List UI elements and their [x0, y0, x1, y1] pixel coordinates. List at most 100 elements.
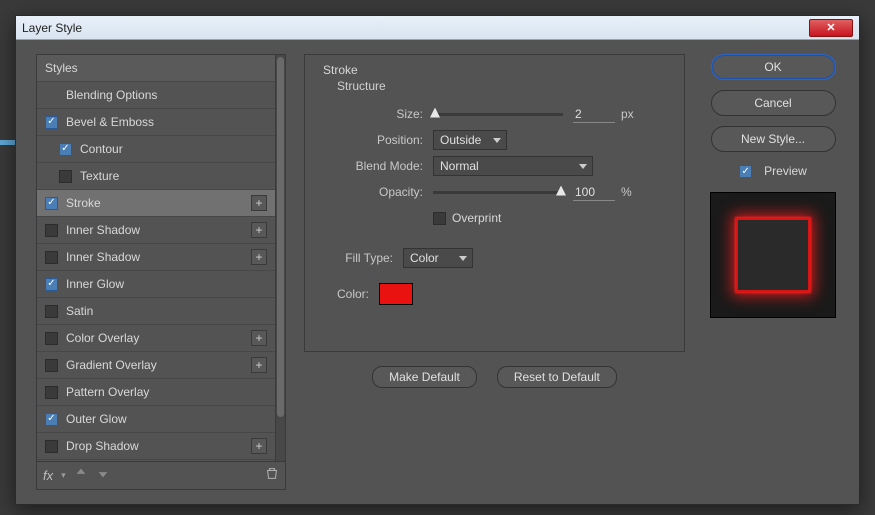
style-item-contour[interactable]: Contour	[37, 136, 275, 163]
new-style-label: New Style...	[741, 132, 805, 146]
style-item-gradient-overlay[interactable]: Gradient Overlay+	[37, 352, 275, 379]
plus-icon: +	[255, 331, 262, 345]
overprint-checkbox[interactable]	[433, 212, 446, 225]
style-checkbox[interactable]	[45, 224, 58, 237]
style-checkbox[interactable]	[45, 305, 58, 318]
plus-icon: +	[255, 196, 262, 210]
styles-header[interactable]: Styles	[37, 55, 275, 82]
make-default-button[interactable]: Make Default	[372, 366, 477, 388]
position-label: Position:	[323, 133, 433, 147]
style-item-label: Contour	[80, 142, 267, 156]
stroke-panel: Stroke Structure Size: px Position: Outs…	[304, 54, 685, 352]
size-slider[interactable]	[433, 113, 563, 116]
opacity-slider[interactable]	[433, 191, 563, 194]
close-icon: ✕	[826, 21, 835, 34]
titlebar[interactable]: Layer Style ✕	[16, 16, 859, 40]
style-item-color-overlay[interactable]: Color Overlay +	[37, 325, 275, 352]
add-effect-button[interactable]: +	[251, 249, 267, 265]
reset-default-button[interactable]: Reset to Default	[497, 366, 617, 388]
style-item-blending-options[interactable]: Blending Options	[37, 82, 275, 109]
style-item-texture[interactable]: Texture	[37, 163, 275, 190]
position-select[interactable]: Outside	[433, 130, 507, 150]
overprint-label: Overprint	[452, 211, 501, 225]
fill-type-label: Fill Type:	[323, 251, 403, 265]
style-item-pattern-overlay[interactable]: Pattern Overlay	[37, 379, 275, 406]
window-close-button[interactable]: ✕	[809, 19, 853, 37]
styles-list: Styles Blending Options Bevel & Emboss Cont…	[37, 55, 275, 461]
new-style-button[interactable]: New Style...	[711, 126, 836, 152]
style-item-bevel-emboss[interactable]: Bevel & Emboss	[37, 109, 275, 136]
style-item-label: Blending Options	[66, 88, 267, 102]
add-effect-button[interactable]: +	[251, 438, 267, 454]
opacity-input[interactable]	[573, 183, 615, 201]
style-checkbox[interactable]	[59, 170, 72, 183]
make-default-label: Make Default	[389, 370, 460, 384]
preview-shape	[736, 218, 810, 292]
add-effect-button[interactable]: +	[251, 222, 267, 238]
style-item-label: Satin	[66, 304, 267, 318]
style-checkbox[interactable]	[45, 278, 58, 291]
color-swatch[interactable]	[379, 283, 413, 305]
style-item-inner-shadow[interactable]: Inner Shadow+	[37, 217, 275, 244]
add-effect-button[interactable]: +	[251, 357, 267, 373]
styles-scrollbar[interactable]	[275, 55, 285, 461]
chevron-down-icon: ▾	[61, 470, 66, 481]
style-item-inner-glow[interactable]: Inner Glow	[37, 271, 275, 298]
scrollbar-thumb[interactable]	[277, 57, 284, 417]
delete-button[interactable]	[265, 466, 279, 485]
cancel-button[interactable]: Cancel	[711, 90, 836, 116]
size-unit: px	[621, 107, 634, 121]
ok-label: OK	[764, 60, 781, 74]
style-checkbox[interactable]	[45, 413, 58, 426]
style-item-label: Inner Shadow	[66, 250, 251, 264]
style-checkbox[interactable]	[59, 143, 72, 156]
style-item-label: Drop Shadow	[66, 439, 251, 453]
style-item-label: Color Overlay	[66, 331, 251, 345]
style-checkbox[interactable]	[45, 332, 58, 345]
style-item-label: Outer Glow	[66, 412, 267, 426]
style-item-label: Stroke	[66, 196, 251, 210]
style-item-label: Gradient Overlay	[66, 358, 251, 372]
blend-mode-value: Normal	[440, 159, 479, 173]
chevron-down-icon	[579, 164, 587, 169]
cancel-label: Cancel	[754, 96, 791, 110]
style-item-satin[interactable]: Satin	[37, 298, 275, 325]
arrow-up-icon	[74, 466, 88, 480]
dialog-title: Layer Style	[22, 21, 82, 35]
style-item-inner-shadow[interactable]: Inner Shadow+	[37, 244, 275, 271]
add-effect-button[interactable]: +	[251, 195, 267, 211]
style-checkbox[interactable]	[45, 440, 58, 453]
structure-label: Structure	[337, 79, 666, 93]
slider-thumb-icon[interactable]	[556, 186, 566, 196]
style-checkbox[interactable]	[45, 251, 58, 264]
style-checkbox[interactable]	[45, 359, 58, 372]
plus-icon: +	[255, 223, 262, 237]
style-checkbox[interactable]	[45, 197, 58, 210]
styles-footer: fx ▾	[36, 462, 286, 490]
style-checkbox[interactable]	[45, 116, 58, 129]
preview-checkbox[interactable]	[739, 165, 752, 178]
style-checkbox[interactable]	[45, 386, 58, 399]
size-input[interactable]	[573, 105, 615, 123]
opacity-unit: %	[621, 185, 632, 199]
fill-type-value: Color	[410, 251, 439, 265]
move-down-button[interactable]	[96, 466, 110, 485]
add-effect-button[interactable]: +	[251, 330, 267, 346]
move-up-button[interactable]	[74, 466, 88, 485]
style-item-drop-shadow[interactable]: Drop Shadow+	[37, 433, 275, 460]
fx-menu-button[interactable]: fx	[43, 468, 53, 483]
position-value: Outside	[440, 133, 481, 147]
fill-type-select[interactable]: Color	[403, 248, 473, 268]
style-item-stroke[interactable]: Stroke +	[37, 190, 275, 217]
style-item-label: Pattern Overlay	[66, 385, 267, 399]
layer-style-dialog: Layer Style ✕ Styles Blending Options Beve…	[15, 15, 860, 505]
styles-header-label: Styles	[45, 61, 267, 75]
style-item-label: Texture	[80, 169, 267, 183]
style-item-outer-glow[interactable]: Outer Glow	[37, 406, 275, 433]
preview-thumbnail	[710, 192, 836, 318]
canvas-edge	[0, 140, 15, 145]
size-label: Size:	[323, 107, 433, 121]
arrow-down-icon	[96, 466, 110, 480]
ok-button[interactable]: OK	[711, 54, 836, 80]
blend-mode-select[interactable]: Normal	[433, 156, 593, 176]
